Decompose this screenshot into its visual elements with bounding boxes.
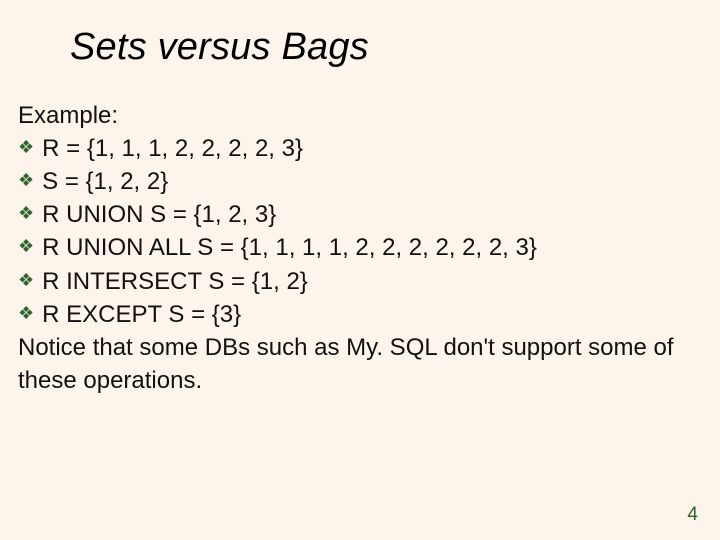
diamond-bullet-icon: ❖ xyxy=(18,132,34,163)
list-item: ❖ S = {1, 2, 2} xyxy=(18,165,696,198)
bullet-text: R INTERSECT S = {1, 2} xyxy=(42,265,308,298)
list-item: ❖ R UNION S = {1, 2, 3} xyxy=(18,198,696,231)
list-item: ❖ R UNION ALL S = {1, 1, 1, 1, 2, 2, 2, … xyxy=(18,231,696,264)
diamond-bullet-icon: ❖ xyxy=(18,165,34,196)
notice-text: Notice that some DBs such as My. SQL don… xyxy=(18,331,696,397)
list-item: ❖ R INTERSECT S = {1, 2} xyxy=(18,265,696,298)
slide-title: Sets versus Bags xyxy=(0,0,720,69)
diamond-bullet-icon: ❖ xyxy=(18,231,34,262)
slide: Sets versus Bags Example: ❖ R = {1, 1, 1… xyxy=(0,0,720,540)
slide-body: Example: ❖ R = {1, 1, 1, 2, 2, 2, 2, 3} … xyxy=(0,69,720,397)
bullet-text: S = {1, 2, 2} xyxy=(42,165,168,198)
diamond-bullet-icon: ❖ xyxy=(18,198,34,229)
diamond-bullet-icon: ❖ xyxy=(18,298,34,329)
list-item: ❖ R EXCEPT S = {3} xyxy=(18,298,696,331)
bullet-text: R = {1, 1, 1, 2, 2, 2, 2, 3} xyxy=(42,132,303,165)
bullet-text: R UNION S = {1, 2, 3} xyxy=(42,198,276,231)
example-label: Example: xyxy=(18,99,696,132)
list-item: ❖ R = {1, 1, 1, 2, 2, 2, 2, 3} xyxy=(18,132,696,165)
diamond-bullet-icon: ❖ xyxy=(18,265,34,296)
bullet-text: R UNION ALL S = {1, 1, 1, 1, 2, 2, 2, 2,… xyxy=(42,231,537,264)
page-number: 4 xyxy=(687,504,698,526)
bullet-text: R EXCEPT S = {3} xyxy=(42,298,241,331)
